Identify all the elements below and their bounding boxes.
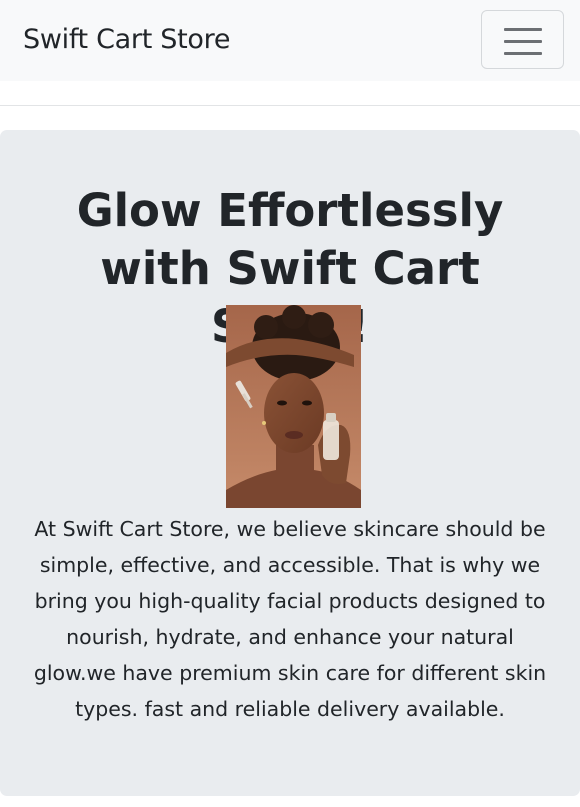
- hero-description: At Swift Cart Store, we believe skincare…: [33, 517, 547, 721]
- hamburger-menu-icon: [504, 28, 542, 55]
- brand-link[interactable]: Swift Cart Store: [23, 22, 230, 58]
- spacer: [0, 81, 580, 105]
- divider: [0, 105, 580, 106]
- model-photo-icon: [226, 305, 361, 508]
- hero-image: [226, 305, 361, 508]
- navbar: Swift Cart Store: [0, 0, 580, 81]
- hero-jumbotron: Glow Effortlessly with Swift Cart Store!: [0, 130, 580, 796]
- navbar-toggler-button[interactable]: [481, 10, 564, 69]
